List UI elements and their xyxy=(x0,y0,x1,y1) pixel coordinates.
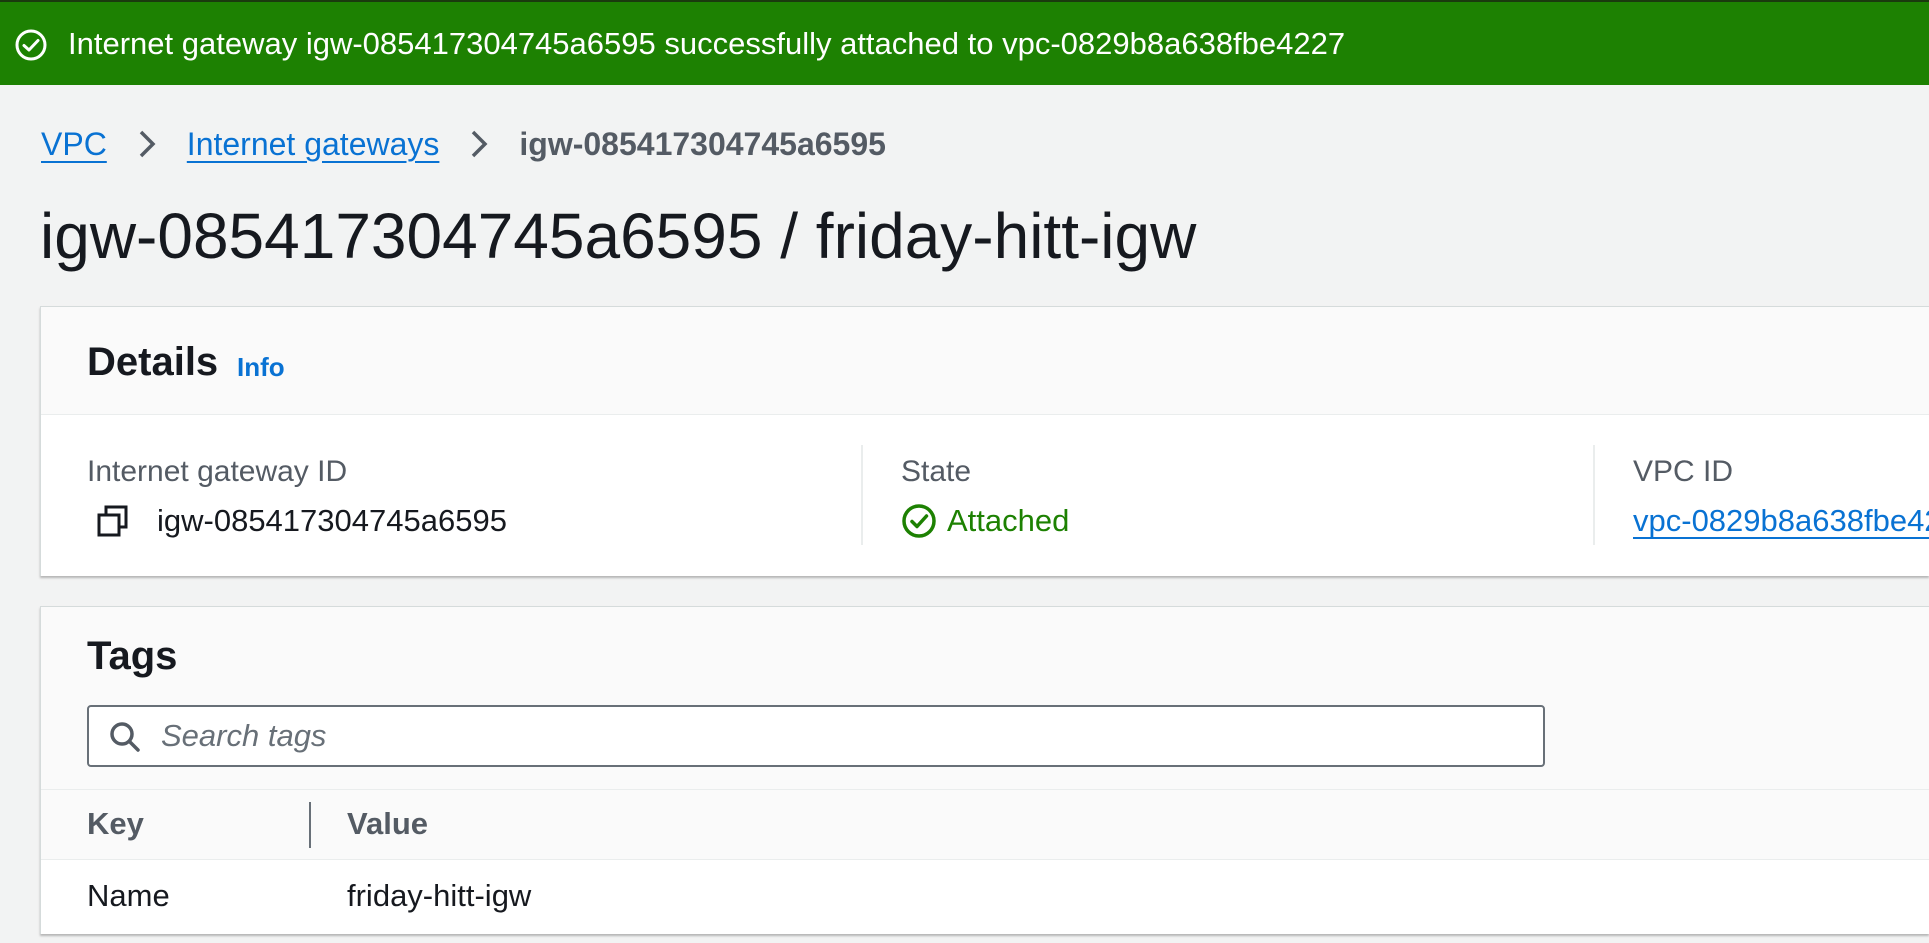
chevron-right-icon xyxy=(127,124,167,164)
detail-label: Internet gateway ID xyxy=(87,455,348,488)
tag-key-cell: Name xyxy=(87,878,170,913)
detail-internet-gateway-id: Internet gateway ID igw-085417304745a659… xyxy=(87,445,827,545)
page-title: igw-085417304745a6595 / friday-hitt-igw xyxy=(40,200,1197,272)
tags-heading: Tags xyxy=(87,634,178,678)
detail-label: State xyxy=(901,455,972,488)
vpc-id-link[interactable]: vpc-0829b8a638fbe4227 xyxy=(1633,503,1929,539)
details-heading: Details xyxy=(87,340,219,384)
breadcrumb-internet-gateways-link[interactable]: Internet gateways xyxy=(187,126,440,163)
details-panel: Details Info Internet gateway ID igw-085… xyxy=(40,306,1929,576)
breadcrumb-vpc-link[interactable]: VPC xyxy=(41,126,107,163)
detail-value: igw-085417304745a6595 xyxy=(95,503,507,539)
detail-label: VPC ID xyxy=(1633,455,1734,488)
detail-vpc-id: VPC ID vpc-0829b8a638fbe4227 xyxy=(1593,445,1929,545)
detail-value: vpc-0829b8a638fbe4227 xyxy=(1633,503,1929,539)
table-header-row: Key Value xyxy=(41,790,1929,860)
success-circle-icon xyxy=(14,28,48,62)
column-resizer[interactable] xyxy=(309,802,311,848)
search-icon xyxy=(107,719,143,755)
info-link[interactable]: Info xyxy=(237,351,285,383)
column-header-key[interactable]: Key xyxy=(87,806,144,842)
search-tags-box xyxy=(87,705,1545,767)
search-tags-input[interactable] xyxy=(159,713,1519,759)
detail-state: State Attached xyxy=(861,445,1601,545)
success-flash-banner: Internet gateway igw-085417304745a6595 s… xyxy=(0,0,1929,85)
details-panel-header: Details Info xyxy=(41,307,1929,415)
flash-message: Internet gateway igw-085417304745a6595 s… xyxy=(68,26,1346,61)
tags-panel: Tags Key Value Name friday-hitt-igw xyxy=(40,606,1929,934)
state-value: Attached xyxy=(947,503,1070,538)
column-header-value[interactable]: Value xyxy=(347,806,428,842)
tags-panel-header: Tags xyxy=(41,607,1929,790)
table-row: Name friday-hitt-igw xyxy=(41,860,1929,932)
breadcrumb-current: igw-085417304745a6595 xyxy=(519,125,886,162)
status-success-icon xyxy=(901,503,937,539)
internet-gateway-id-value: igw-085417304745a6595 xyxy=(157,503,507,538)
detail-value: Attached xyxy=(901,503,1069,539)
tags-table: Key Value Name friday-hitt-igw xyxy=(41,790,1929,932)
copy-icon[interactable] xyxy=(95,503,131,539)
tag-value-cell: friday-hitt-igw xyxy=(347,878,532,913)
breadcrumb: VPC Internet gateways igw-085417304745a6… xyxy=(41,120,886,168)
chevron-right-icon xyxy=(459,124,499,164)
